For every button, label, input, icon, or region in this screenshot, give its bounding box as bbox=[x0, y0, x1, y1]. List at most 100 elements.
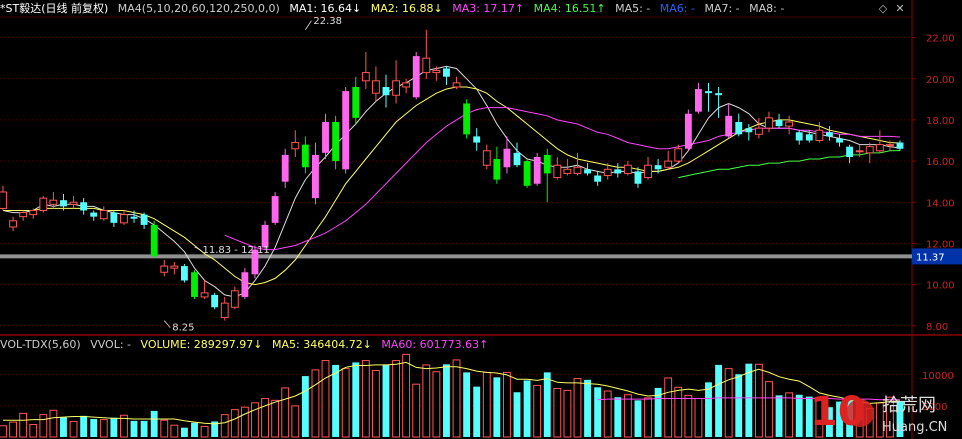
volume-panel-header: VOL-TDX(5,60) VVOL: - VOLUME: 289297.97↓… bbox=[0, 336, 494, 353]
volume-indicator-name[interactable]: VOL-TDX(5,60) bbox=[0, 338, 81, 351]
diamond-icon[interactable]: ◇ bbox=[876, 2, 890, 16]
price-tick-label: 22.00 bbox=[926, 34, 955, 45]
candle-body bbox=[805, 134, 813, 141]
volume-bar bbox=[412, 383, 421, 438]
ma-line-ma1 bbox=[2, 65, 901, 298]
candle-body bbox=[855, 150, 864, 153]
volume-bar bbox=[281, 387, 290, 438]
candle-body bbox=[482, 150, 491, 166]
candle-body bbox=[634, 171, 642, 184]
candle-body bbox=[392, 80, 400, 96]
candle-body bbox=[301, 144, 309, 168]
watermark-chinese: 拾荒网 bbox=[882, 395, 936, 416]
annotation-leader bbox=[163, 320, 171, 328]
candle-body bbox=[312, 154, 319, 199]
stock-name[interactable]: *ST毅达(日线 前复权) bbox=[0, 2, 108, 15]
volume-bar bbox=[623, 394, 632, 438]
candle-body bbox=[412, 56, 420, 98]
volume-bar bbox=[90, 418, 98, 437]
volume-bar bbox=[140, 420, 148, 437]
candle-body bbox=[39, 197, 48, 211]
price-tick-label: 16.00 bbox=[926, 157, 955, 168]
candle-body bbox=[543, 154, 551, 174]
volume-bar bbox=[715, 364, 723, 437]
volume-ma60-value: MA60: 601773.63↑ bbox=[381, 338, 489, 351]
volume-bar bbox=[200, 425, 209, 438]
volume-bar bbox=[584, 379, 591, 437]
volume-bar bbox=[775, 395, 783, 437]
volume-bar bbox=[49, 409, 58, 438]
candlestick-chart[interactable]: 22.0020.0018.0016.0014.0012.0010.008.001… bbox=[0, 0, 962, 439]
close-icon[interactable]: ✕ bbox=[893, 2, 907, 16]
volume-bar bbox=[261, 397, 269, 438]
annotation-leader bbox=[305, 20, 312, 30]
candle-body bbox=[745, 128, 753, 133]
candle-body bbox=[9, 220, 18, 228]
candle-body bbox=[29, 209, 38, 216]
candle-body bbox=[191, 272, 198, 297]
candle-body bbox=[523, 161, 531, 186]
candle-body bbox=[553, 164, 562, 179]
candle-body bbox=[220, 302, 229, 319]
candle-body bbox=[432, 70, 441, 74]
volume-bar bbox=[603, 390, 612, 438]
volume-bar bbox=[230, 409, 239, 438]
volume-bar bbox=[422, 364, 431, 438]
candle-body bbox=[382, 86, 390, 96]
volume-bar bbox=[332, 364, 340, 437]
volume-bar bbox=[311, 369, 320, 438]
candle-body bbox=[695, 89, 702, 112]
candle-body bbox=[80, 202, 88, 211]
volume-bar bbox=[664, 377, 673, 438]
volume-bar bbox=[463, 372, 471, 437]
volume-bar bbox=[240, 406, 249, 438]
candle-body bbox=[160, 265, 169, 273]
candle-body bbox=[402, 82, 411, 88]
volume-bar bbox=[291, 405, 300, 438]
ma1-value: MA1: 16.64↓ bbox=[289, 2, 362, 15]
volume-bar bbox=[493, 377, 501, 437]
candle-body bbox=[49, 199, 58, 205]
volume-bar bbox=[251, 402, 259, 438]
volume-bar bbox=[735, 374, 743, 437]
ma7-value: MA7: - bbox=[704, 2, 740, 15]
candle-body bbox=[371, 80, 380, 94]
volume-bar bbox=[99, 419, 108, 438]
price-tick-label: 8.00 bbox=[926, 322, 948, 333]
volume-bar bbox=[594, 387, 602, 437]
watermark-domain: Huang.CN bbox=[882, 420, 947, 435]
candle-body bbox=[503, 148, 511, 168]
volume-bar bbox=[150, 410, 158, 437]
volume-bar bbox=[361, 360, 370, 438]
candle-body bbox=[90, 212, 98, 217]
candle-body bbox=[875, 144, 884, 152]
volume-bar bbox=[684, 394, 693, 438]
candle-body bbox=[361, 72, 370, 82]
volume-bar bbox=[60, 417, 67, 437]
candle-body bbox=[120, 214, 128, 224]
candle-body bbox=[60, 200, 67, 207]
candle-body bbox=[705, 91, 712, 94]
volume-bar bbox=[0, 425, 7, 438]
volume-bar bbox=[674, 386, 683, 438]
watermark-circle bbox=[846, 399, 874, 427]
candle-body bbox=[281, 154, 289, 182]
volume-bar bbox=[694, 397, 703, 438]
candle-body bbox=[211, 294, 219, 308]
price-tick-label: 14.00 bbox=[926, 198, 955, 209]
candle-body bbox=[150, 224, 158, 256]
candle-body bbox=[140, 214, 148, 225]
candle-body bbox=[623, 164, 632, 174]
volume-bar bbox=[473, 386, 481, 437]
vvol-value: VVOL: - bbox=[90, 338, 132, 351]
volume-bar bbox=[795, 394, 803, 437]
current-price-tag: 11.37 bbox=[916, 252, 945, 263]
price-tick-label: 20.00 bbox=[926, 75, 955, 86]
ma4-value: MA4: 16.51↑ bbox=[533, 2, 606, 15]
candle-body bbox=[725, 115, 733, 137]
volume-bar bbox=[321, 360, 330, 438]
candle-body bbox=[180, 266, 188, 281]
ma3-value: MA3: 17.17↑ bbox=[452, 2, 525, 15]
candle-body bbox=[99, 209, 108, 220]
candle-body bbox=[271, 196, 279, 223]
